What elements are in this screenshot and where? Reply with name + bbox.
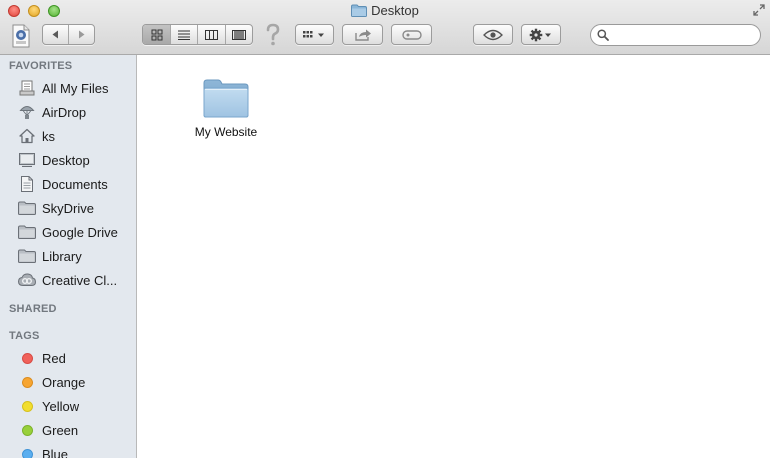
ico-file-icon[interactable] (10, 24, 32, 48)
sidebar-item-label: Green (42, 422, 79, 438)
sidebar-tag-yellow[interactable]: Yellow (0, 395, 136, 417)
sidebar-item-ks[interactable]: ks (0, 125, 136, 147)
column-view-icon (205, 29, 218, 40)
tag-dot-wrap (17, 349, 37, 367)
sidebar-item-label: Library (42, 248, 82, 264)
folder-icon (17, 199, 37, 217)
fullscreen-icon[interactable] (753, 4, 765, 16)
orange-tag-dot-icon (21, 376, 33, 388)
sidebar-tag-orange[interactable]: Orange (0, 371, 136, 393)
sidebar-item-all-my-files[interactable]: All My Files (0, 77, 136, 99)
icon-view-button[interactable] (143, 25, 171, 44)
sidebar-tag-red[interactable]: Red (0, 347, 136, 369)
list-view-button[interactable] (171, 25, 198, 44)
sidebar-item-library[interactable]: Library (0, 245, 136, 267)
desktop-icon (17, 151, 37, 169)
cover-flow-view-button[interactable] (226, 25, 252, 44)
sidebar-item-label: ks (42, 128, 55, 144)
shared-header: SHARED (9, 303, 57, 315)
share-button[interactable] (342, 24, 383, 45)
sidebar-item-airdrop[interactable]: AirDrop (0, 101, 136, 123)
tags-button-face (392, 25, 431, 44)
forward-button[interactable] (69, 25, 94, 44)
red-tag-dot-icon (21, 352, 33, 364)
file-item[interactable]: My Website (181, 77, 271, 139)
folder-icon (203, 79, 249, 118)
forward-arrow-icon (79, 30, 85, 39)
tag-dot-wrap (17, 421, 37, 439)
creative-cloud-icon (17, 271, 37, 289)
action-button[interactable] (521, 24, 561, 45)
arrange-button-face (296, 25, 333, 44)
back-arrow-icon (52, 30, 58, 39)
back-forward-control (42, 24, 95, 45)
action-button-face (522, 25, 560, 44)
search-input[interactable] (613, 27, 757, 45)
sidebar-tag-blue[interactable]: Blue (0, 443, 136, 458)
airdrop-icon (17, 103, 37, 121)
folder-icon (17, 247, 37, 265)
sidebar-tag-green[interactable]: Green (0, 419, 136, 441)
sidebar-item-label: Yellow (42, 398, 80, 414)
view-mode-control (142, 24, 253, 45)
column-view-button[interactable] (198, 25, 226, 44)
sidebar-item-label: All My Files (42, 80, 109, 96)
sidebar-item-label: Creative Cl... (42, 272, 118, 288)
tag-dot-wrap (17, 445, 37, 458)
share-icon (354, 29, 371, 41)
sidebar-item-label: Google Drive (42, 224, 118, 240)
back-button[interactable] (43, 25, 69, 44)
tags-button[interactable] (391, 24, 432, 45)
icon-view-icon (151, 29, 162, 40)
documents-icon (17, 175, 37, 193)
sidebar-item-label: Red (42, 350, 66, 366)
gear-icon (529, 28, 551, 41)
favorites-header: FAVORITES (9, 60, 73, 72)
sidebar-item-skydrive[interactable]: SkyDrive (0, 197, 136, 219)
sidebar: FAVORITES All My Files AirDrop ks Deskto… (0, 55, 137, 458)
sidebar-item-desktop[interactable]: Desktop (0, 149, 136, 171)
sidebar-item-label: Documents (42, 176, 108, 192)
sidebar-item-google-drive[interactable]: Google Drive (0, 221, 136, 243)
tag-pill-icon (401, 29, 422, 40)
window-title: Desktop (371, 3, 419, 18)
quick-look-button[interactable] (473, 24, 513, 45)
share-button-face (343, 25, 382, 44)
tag-dot-wrap (17, 373, 37, 391)
home-icon (17, 127, 37, 145)
window-title-bar: Desktop (0, 3, 770, 19)
sidebar-item-label: SkyDrive (42, 200, 95, 216)
sidebar-item-creative-cloud[interactable]: Creative Cl... (0, 269, 136, 291)
file-browser-content[interactable]: My Website (137, 55, 770, 458)
folder-icon (17, 223, 37, 241)
quick-look-button-face (474, 25, 512, 44)
search-icon (597, 29, 609, 41)
blue-tag-dot-icon (21, 448, 33, 458)
file-name: My Website (194, 125, 258, 139)
folder-icon (351, 4, 368, 17)
sidebar-item-documents[interactable]: Documents (0, 173, 136, 195)
sidebar-item-label: Blue (42, 446, 69, 458)
sidebar-item-label: AirDrop (42, 104, 87, 120)
yellow-tag-dot-icon (21, 400, 33, 412)
sidebar-item-label: Orange (42, 374, 86, 390)
list-view-icon (178, 30, 190, 40)
tags-header: TAGS (9, 330, 40, 342)
search-field[interactable] (590, 24, 761, 46)
arrange-grid-icon (302, 30, 324, 37)
all-files-icon (17, 79, 37, 97)
toolbar: Desktop (0, 0, 770, 55)
sidebar-item-label: Desktop (42, 152, 90, 168)
arrange-button[interactable] (295, 24, 334, 45)
cover-flow-view-icon (232, 29, 246, 40)
eye-icon (483, 29, 503, 40)
question-mark-icon[interactable] (265, 23, 281, 47)
tag-dot-wrap (17, 397, 37, 415)
green-tag-dot-icon (21, 424, 33, 436)
